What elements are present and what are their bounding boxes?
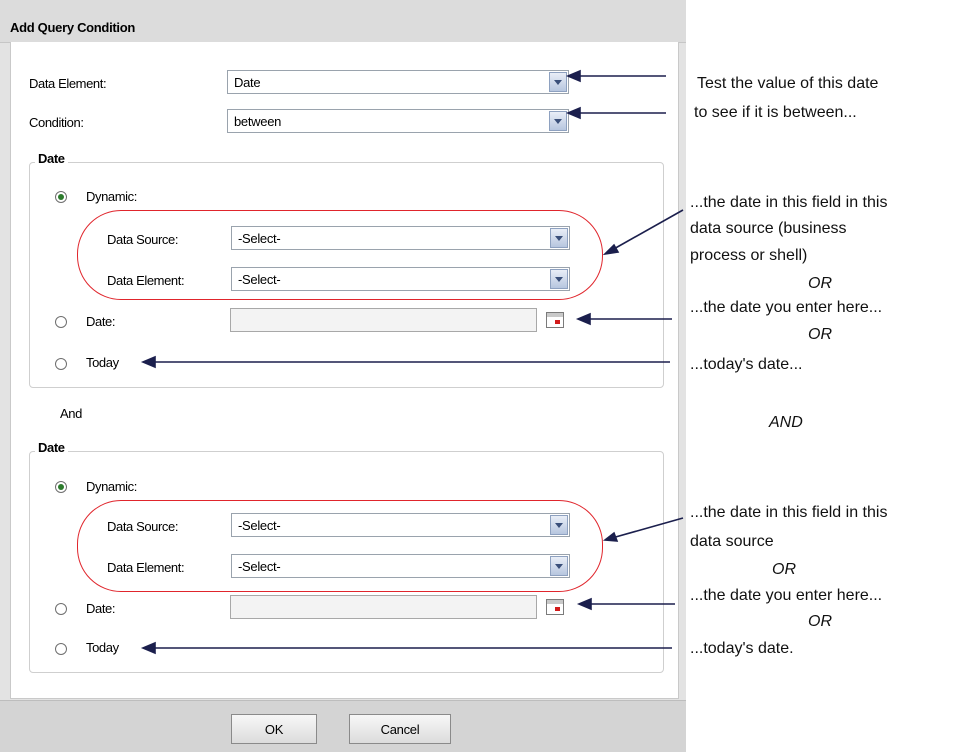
annotation-11: ...the date in this field in this: [690, 504, 888, 521]
annotation-13: OR: [772, 561, 796, 578]
annotation-16: ...today's date.: [690, 640, 794, 657]
annotation-8: OR: [808, 326, 832, 343]
annotation-9: ...today's date...: [690, 356, 803, 373]
annotation-1: Test the value of this date: [697, 75, 879, 92]
annotation-4: data source (business: [690, 220, 847, 237]
annotation-14: ...the date you enter here...: [690, 587, 883, 604]
annotation-7: ...the date you enter here...: [690, 299, 883, 316]
annotation-10: AND: [769, 414, 803, 431]
arrow-lines: [140, 69, 684, 655]
annotation-12: data source: [690, 533, 774, 550]
annotation-15: OR: [808, 613, 832, 630]
annotation-5: process or shell): [690, 247, 808, 264]
annotation-3: ...the date in this field in this: [690, 194, 888, 211]
annotation-2: to see if it is between...: [694, 104, 857, 121]
annotation-6: OR: [808, 275, 832, 292]
